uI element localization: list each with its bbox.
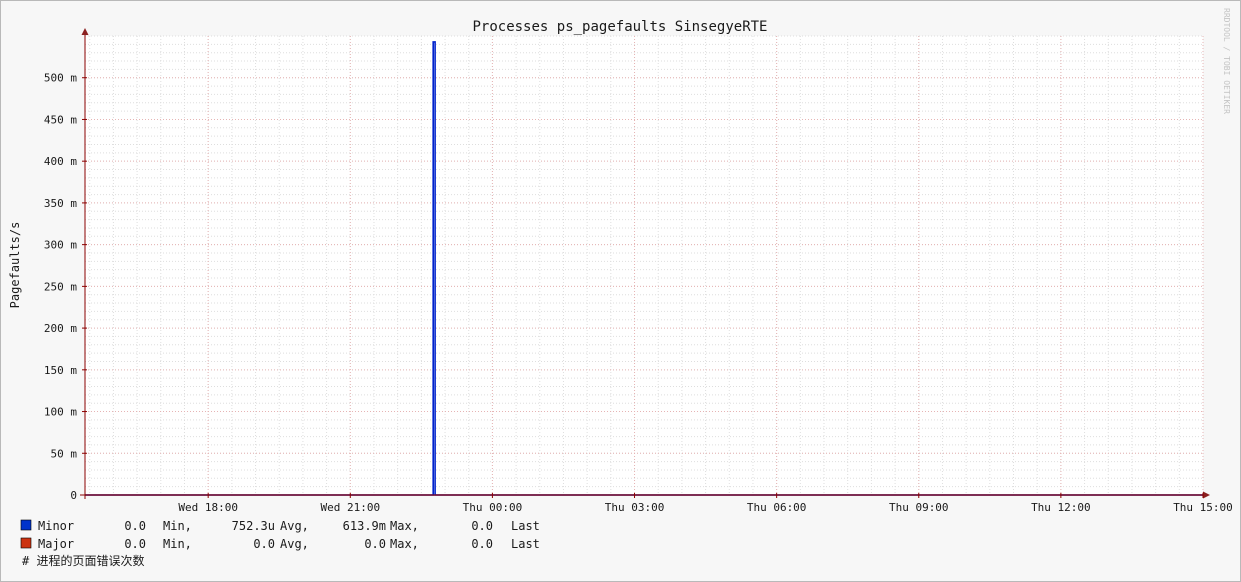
legend-avg-label-minor: Avg, <box>280 519 309 533</box>
y-tick-label: 350 m <box>44 197 77 210</box>
x-tick-label: Thu 03:00 <box>605 501 665 514</box>
y-tick-label: 400 m <box>44 155 77 168</box>
y-tick-label: 0 <box>70 489 77 502</box>
legend-swatch-minor <box>20 519 32 531</box>
x-tick-label: Thu 09:00 <box>889 501 949 514</box>
y-tick-label: 150 m <box>44 364 77 377</box>
legend-avg-label-major: Avg, <box>280 537 309 551</box>
y-axis-label: Pagefaults/s <box>8 222 22 309</box>
legend-max-label-major: Max, <box>390 537 419 551</box>
x-tick-label: Wed 21:00 <box>320 501 380 514</box>
legend-max-major: 0.0 <box>364 537 386 551</box>
legend-last-minor: 0.0 <box>471 519 493 533</box>
rrd-graph: 0 50 m 100 m 150 m 200 m 250 m 300 m 350 m 400 m… <box>0 0 1241 582</box>
legend-min-minor: 0.0 <box>124 519 146 533</box>
x-tick-label: Thu 15:00 <box>1173 501 1233 514</box>
legend-name-minor: Minor <box>38 519 74 533</box>
x-tick-label: Thu 06:00 <box>747 501 807 514</box>
legend-last-major: 0.0 <box>471 537 493 551</box>
legend-max-label-minor: Max, <box>390 519 419 533</box>
y-tick-label: 200 m <box>44 322 77 335</box>
x-tick-label: Thu 00:00 <box>463 501 523 514</box>
x-tick-label: Wed 18:00 <box>178 501 238 514</box>
chart-title: Processes ps_pagefaults SinsegyeRTE <box>472 19 767 35</box>
y-tick-label: 50 m <box>51 447 78 460</box>
y-tick-label: 450 m <box>44 113 77 126</box>
legend-min-label-minor: Min, <box>163 519 192 533</box>
legend-last-label-major: Last <box>511 537 540 551</box>
legend-name-major: Major <box>38 537 74 551</box>
plot-canvas <box>85 36 1203 495</box>
legend-min-major: 0.0 <box>124 537 146 551</box>
legend-comment: # 进程的页面错误次数 <box>22 553 144 568</box>
legend-last-label-minor: Last <box>511 519 540 533</box>
legend-avg-minor: 752.3u <box>232 519 275 533</box>
x-tick-label: Thu 12:00 <box>1031 501 1091 514</box>
y-tick-label: 500 m <box>44 72 77 85</box>
legend-max-minor: 613.9m <box>343 519 386 533</box>
watermark: RRDTOOL / TOBI OETIKER <box>1222 8 1231 114</box>
y-tick-label: 300 m <box>44 239 77 252</box>
legend-avg-major: 0.0 <box>253 537 275 551</box>
legend-swatch-major <box>20 537 32 549</box>
legend-min-label-major: Min, <box>163 537 192 551</box>
y-tick-label: 100 m <box>44 406 77 419</box>
y-tick-label: 250 m <box>44 280 77 293</box>
